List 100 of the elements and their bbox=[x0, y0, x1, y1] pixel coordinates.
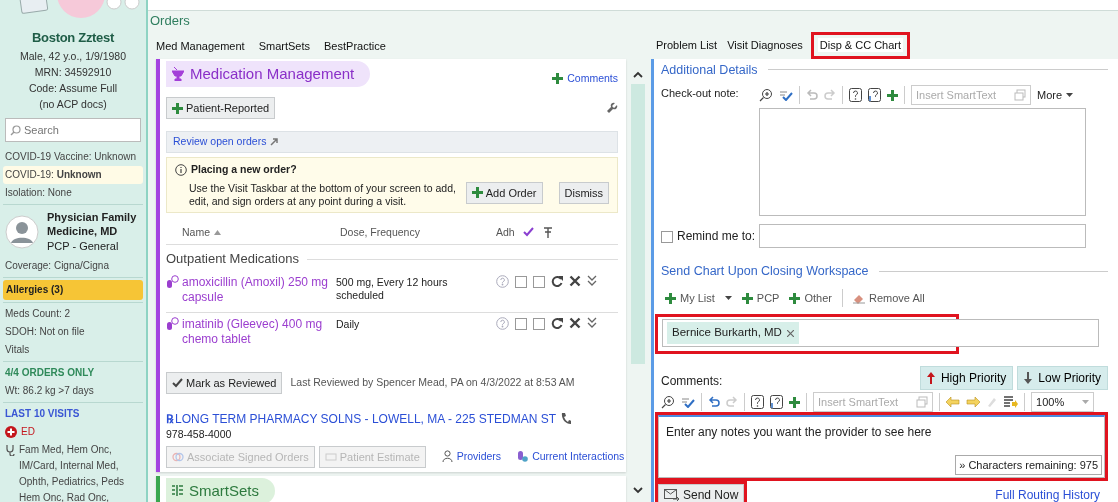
search-field[interactable]: Search bbox=[5, 117, 141, 142]
tab[interactable]: Med Management bbox=[154, 37, 247, 56]
section-heading: Additional Details bbox=[661, 60, 1108, 80]
spellcheck-icon[interactable] bbox=[779, 89, 793, 102]
zoom-select[interactable]: 100% bbox=[1031, 392, 1095, 412]
help-box-icon[interactable] bbox=[770, 395, 783, 409]
scroll-down-icon[interactable] bbox=[633, 487, 643, 494]
plus-icon[interactable] bbox=[789, 396, 800, 408]
allergies-banner[interactable]: Allergies (3) bbox=[3, 280, 143, 300]
other-button[interactable]: Other bbox=[789, 289, 832, 307]
comments-link[interactable]: Comments bbox=[552, 70, 618, 87]
card-title: SmartSets bbox=[166, 477, 276, 502]
tab[interactable]: BestPractice bbox=[322, 37, 388, 56]
section-heading: LAST 10 VISITS bbox=[4, 407, 81, 421]
caret-icon bbox=[1066, 93, 1074, 98]
checkbox[interactable] bbox=[515, 317, 527, 330]
character-counter: » Characters remaining: 975 bbox=[955, 454, 1102, 475]
help-box-icon[interactable] bbox=[849, 88, 862, 103]
more-menu[interactable]: More bbox=[1037, 87, 1074, 104]
comment-field[interactable]: Enter any notes you want the provider to see here bbox=[666, 423, 1097, 441]
pill-bubble-icon bbox=[166, 316, 179, 330]
checkbox[interactable] bbox=[515, 275, 527, 288]
zoom-icon[interactable] bbox=[759, 88, 773, 103]
interactions-link[interactable]: Current Interactions bbox=[517, 448, 625, 465]
mail-send-icon bbox=[664, 489, 680, 501]
windows-icon bbox=[916, 396, 929, 408]
notice-title: Placing a new order? bbox=[191, 161, 297, 177]
checkout-note-field[interactable] bbox=[759, 108, 1086, 217]
tab[interactable]: Disp & CC Chart bbox=[817, 38, 904, 53]
field-label: Comments: bbox=[661, 373, 723, 390]
sidebar-text: COVID-19 Vaccine: Unknown bbox=[4, 149, 137, 164]
plus-icon bbox=[665, 292, 676, 304]
external-link-icon[interactable] bbox=[270, 137, 279, 146]
medication-name[interactable]: imatinib (Gleevec) 400 mg chemo tablet bbox=[182, 316, 336, 347]
eraser-icon bbox=[853, 292, 865, 304]
covid-status: COVID-19: Unknown bbox=[3, 165, 143, 184]
double-chevron-icon[interactable] bbox=[587, 274, 597, 287]
patient-detail: MRN: 34592910 bbox=[33, 64, 113, 80]
avatar-icon bbox=[5, 214, 39, 249]
scrollbar-thumb[interactable] bbox=[631, 83, 645, 364]
help-box-icon[interactable] bbox=[868, 88, 881, 103]
plus-icon bbox=[172, 102, 183, 114]
my-list-button[interactable]: My List bbox=[665, 289, 732, 307]
checkbox[interactable] bbox=[533, 275, 545, 288]
mark-reviewed-button[interactable]: Mark as Reviewed bbox=[166, 371, 283, 394]
recipients-field[interactable]: Bernice Burkarth, MD bbox=[662, 319, 1099, 347]
pharmacy-link[interactable]: LONG TERM PHARMACY SOLNS - LOWELL, MA - 225 STEDMAN ST bbox=[175, 411, 556, 426]
visit-departments: Fam Med, Hem Onc, IM/Card, Internal Med, Ophth, Pediatrics, Peds Hem Onc, Rad Onc, bbox=[19, 443, 126, 502]
list-arrow-icon[interactable] bbox=[1004, 396, 1019, 408]
patient-reported-button[interactable]: Patient-Reported bbox=[166, 97, 276, 119]
stethoscope-icon bbox=[5, 444, 15, 456]
patient-detail: Male, 42 y.o., 1/9/1980 bbox=[18, 48, 127, 64]
providers-link[interactable]: Providers bbox=[441, 448, 502, 465]
patient-detail: (no ACP docs) bbox=[38, 96, 108, 112]
section-heading: Send Chart Upon Closing Workspace bbox=[661, 262, 1108, 281]
review-orders-link[interactable]: Review open orders bbox=[173, 134, 267, 150]
remind-field[interactable] bbox=[759, 224, 1086, 249]
medication-name[interactable]: amoxicillin (Amoxil) 250 mg capsule bbox=[182, 274, 336, 305]
send-now-button[interactable]: Send Now bbox=[658, 484, 745, 502]
routing-history-link[interactable]: Full Routing History bbox=[995, 486, 1100, 502]
tab[interactable]: SmartSets bbox=[256, 37, 313, 56]
close-icon[interactable] bbox=[569, 316, 581, 329]
plus-circle-icon bbox=[5, 426, 17, 438]
plus-icon[interactable] bbox=[887, 89, 898, 101]
remind-checkbox[interactable]: Remind me to: bbox=[661, 227, 759, 246]
refresh-icon[interactable] bbox=[551, 316, 563, 329]
add-order-button[interactable]: Add Order bbox=[465, 181, 543, 204]
column-header: Adh bbox=[496, 224, 515, 240]
dismiss-button[interactable]: Dismiss bbox=[558, 181, 609, 204]
sidebar-text: Vitals bbox=[4, 343, 31, 357]
plus-icon bbox=[741, 292, 753, 304]
tab[interactable]: Visit Diagnoses bbox=[725, 36, 805, 55]
wrench-icon[interactable] bbox=[606, 102, 618, 114]
refresh-icon[interactable] bbox=[551, 274, 563, 287]
pills-icon bbox=[517, 450, 529, 464]
section-heading: 4/4 ORDERS ONLY bbox=[4, 366, 96, 380]
remove-all-button[interactable]: Remove All bbox=[853, 289, 925, 307]
scroll-up-icon[interactable] bbox=[633, 70, 643, 78]
close-icon[interactable] bbox=[569, 274, 581, 287]
checkbox[interactable] bbox=[533, 317, 545, 330]
spellcheck-icon[interactable] bbox=[681, 396, 695, 408]
recipient-chip[interactable]: Bernice Burkarth, MD bbox=[667, 322, 799, 344]
pcp-button[interactable]: PCP bbox=[741, 289, 780, 307]
help-box-icon[interactable] bbox=[751, 395, 764, 409]
zoom-icon[interactable] bbox=[661, 395, 675, 409]
sort-arrow-icon[interactable] bbox=[214, 229, 221, 235]
phone-number: 978-458-4000 bbox=[166, 427, 232, 440]
double-chevron-icon[interactable] bbox=[587, 316, 597, 329]
patient-detail: Code: Assume Full bbox=[27, 80, 119, 96]
remove-icon[interactable] bbox=[786, 329, 794, 337]
up-arrow-icon bbox=[926, 372, 935, 384]
sidebar-text: Wt: 86.2 kg >7 days bbox=[4, 384, 95, 398]
list-icon bbox=[172, 485, 183, 497]
tab[interactable]: Problem List bbox=[654, 36, 720, 55]
undo-icon[interactable] bbox=[708, 396, 720, 408]
low-priority-button[interactable]: Low Priority bbox=[1017, 366, 1108, 390]
section-title: Orders bbox=[149, 12, 191, 28]
high-priority-button[interactable]: High Priority bbox=[919, 366, 1014, 390]
sidebar-text: Meds Count: 2 bbox=[4, 307, 72, 321]
info-icon bbox=[175, 163, 187, 176]
